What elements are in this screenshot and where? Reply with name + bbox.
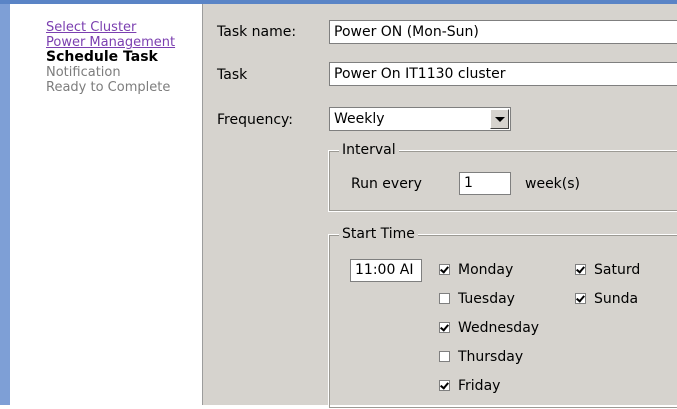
- task-name-field[interactable]: Power ON (Mon-Sun): [329, 20, 677, 44]
- day-thursday-label: Thursday: [458, 349, 524, 365]
- day-saturday-label: Saturd: [594, 262, 641, 278]
- day-thursday[interactable]: Thursday: [439, 349, 523, 365]
- checkbox-tuesday[interactable]: [439, 293, 450, 304]
- checkbox-monday[interactable]: [439, 264, 450, 275]
- start-time-input[interactable]: 11:00 AI: [350, 259, 422, 282]
- task-label: Task: [217, 67, 248, 83]
- interval-group: Interval Run every 1 week(s): [328, 142, 677, 212]
- step-notification: Notification: [46, 65, 121, 80]
- run-every-label: Run every: [351, 176, 422, 192]
- day-sunday-label: Sunda: [594, 291, 639, 307]
- step-ready-to-complete: Ready to Complete: [46, 80, 171, 95]
- wizard-steps: Select Cluster Power Management Schedule…: [46, 20, 201, 95]
- start-time-group: Start Time 11:00 AI Monday Tuesday Wedne…: [328, 226, 677, 409]
- checkbox-friday[interactable]: [439, 380, 450, 391]
- day-tuesday[interactable]: Tuesday: [439, 291, 515, 307]
- day-sunday[interactable]: Sunda: [575, 291, 638, 307]
- interval-title: Interval: [339, 142, 399, 158]
- checkbox-thursday[interactable]: [439, 351, 450, 362]
- frequency-value: Weekly: [334, 111, 385, 127]
- day-wednesday-label: Wednesday: [458, 320, 540, 336]
- task-field[interactable]: Power On IT1130 cluster: [329, 62, 677, 86]
- day-wednesday[interactable]: Wednesday: [439, 320, 539, 336]
- checkbox-sunday[interactable]: [575, 293, 586, 304]
- start-time-title: Start Time: [339, 226, 418, 242]
- interval-unit-label: week(s): [525, 176, 581, 192]
- day-monday-label: Monday: [458, 262, 514, 278]
- form-panel: Task name: Power ON (Mon-Sun) Task Power…: [203, 4, 677, 409]
- day-friday[interactable]: Friday: [439, 378, 500, 394]
- checkbox-saturday[interactable]: [575, 264, 586, 275]
- left-gap: [10, 4, 38, 405]
- chevron-down-icon[interactable]: [490, 109, 509, 129]
- day-monday[interactable]: Monday: [439, 262, 513, 278]
- frequency-dropdown[interactable]: Weekly: [329, 107, 511, 131]
- day-tuesday-label: Tuesday: [458, 291, 515, 307]
- checkbox-wednesday[interactable]: [439, 322, 450, 333]
- step-select-cluster[interactable]: Select Cluster: [46, 20, 201, 35]
- day-saturday[interactable]: Saturd: [575, 262, 640, 278]
- interval-input[interactable]: 1: [459, 172, 511, 195]
- task-name-label: Task name:: [217, 24, 297, 40]
- frequency-label: Frequency:: [217, 112, 294, 128]
- left-edge: [0, 4, 10, 405]
- step-schedule-task: Schedule Task: [46, 49, 158, 65]
- day-friday-label: Friday: [458, 378, 501, 394]
- step-power-management[interactable]: Power Management: [46, 35, 201, 50]
